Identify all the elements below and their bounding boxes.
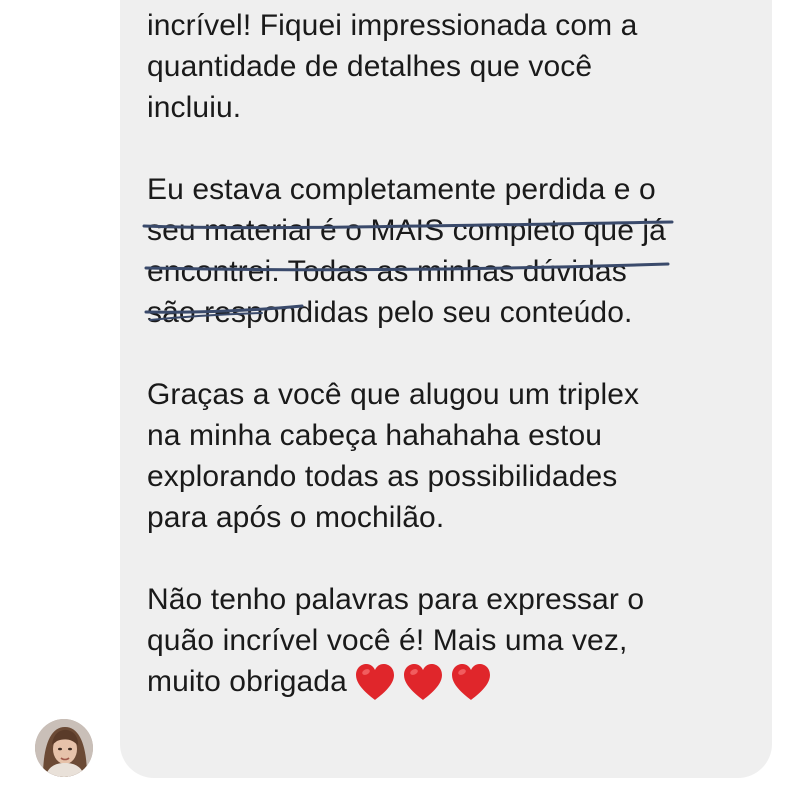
message-line-with-emoji: muito obrigada <box>147 661 767 704</box>
message-line: quão incrível você é! Mais uma vez, <box>147 624 628 657</box>
message-line: quantidade de detalhes que você <box>147 50 593 83</box>
red-heart-icon <box>355 664 394 701</box>
profile-photo-icon <box>35 719 93 777</box>
sender-avatar[interactable] <box>35 719 93 777</box>
message-line: são respondidas pelo seu conteúdo. <box>147 296 633 329</box>
paragraph-3: Graças a você que alugou um triplex na m… <box>147 374 767 538</box>
message-line: Eu estava completamente perdida e o <box>147 173 656 206</box>
message-line: muito obrigada <box>147 665 347 698</box>
message-line: na minha cabeça hahahaha estou <box>147 419 603 452</box>
chat-screen: incrível! Fiquei impressionada com a qua… <box>0 0 796 789</box>
message-line: Não tenho palavras para expressar o <box>147 583 645 616</box>
red-heart-icon <box>403 664 442 701</box>
message-text: incrível! Fiquei impressionada com a qua… <box>147 0 767 704</box>
message-line: Graças a você que alugou um triplex <box>147 378 640 411</box>
message-line: seu material é o MAIS completo que já <box>147 214 666 247</box>
message-line: encontrei. Todas as minhas dúvidas <box>147 255 627 288</box>
paragraph-1: incrível! Fiquei impressionada com a qua… <box>147 5 767 128</box>
paragraph-2: Eu estava completamente perdida e o seu … <box>147 169 767 333</box>
red-heart-icon <box>451 664 490 701</box>
emoji-group <box>353 662 497 704</box>
message-line: incrível! Fiquei impressionada com a <box>147 9 638 42</box>
message-line: para após o mochilão. <box>147 501 445 534</box>
message-line: incluiu. <box>147 91 242 124</box>
message-line: explorando todas as possibilidades <box>147 460 618 493</box>
paragraph-4: Não tenho palavras para expressar o quão… <box>147 579 767 704</box>
